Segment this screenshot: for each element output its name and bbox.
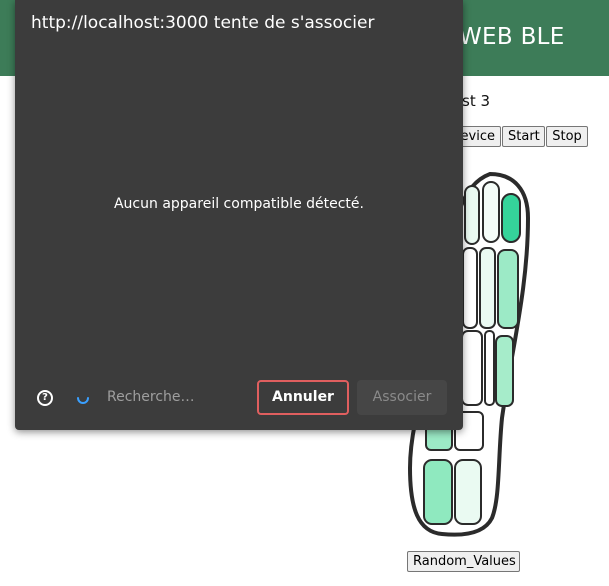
random-values-button[interactable]: Random_Values — [407, 551, 520, 572]
sensor-toe-2 — [482, 181, 500, 243]
dialog-title: http://localhost:3000 tente de s'associe… — [31, 13, 375, 33]
cancel-button[interactable]: Annuler — [257, 380, 349, 415]
sensor-heel-3 — [423, 459, 453, 525]
sensor-fore-3 — [497, 249, 519, 329]
spinner-icon — [77, 397, 89, 404]
start-button[interactable]: Start — [502, 126, 545, 147]
sensor-toe-1 — [464, 185, 480, 245]
searching-status: Recherche… — [107, 389, 195, 405]
sensor-mid-1 — [461, 330, 483, 406]
associate-button[interactable]: Associer — [357, 380, 447, 415]
sensor-fore-2 — [479, 247, 496, 329]
stop-button[interactable]: Stop — [546, 126, 588, 147]
bluetooth-pairing-dialog: http://localhost:3000 tente de s'associe… — [15, 0, 463, 430]
no-device-message: Aucun appareil compatible détecté. — [113, 196, 364, 212]
sensor-toe-3 — [501, 193, 521, 243]
sensor-mid-3 — [495, 335, 514, 407]
help-icon[interactable]: ? — [37, 390, 53, 406]
page-subtitle: st 3 — [462, 92, 491, 110]
sensor-heel-4 — [454, 459, 482, 525]
sensor-mid-2 — [484, 330, 495, 406]
sensor-fore-1 — [462, 247, 478, 329]
page-title: WEB BLE — [459, 24, 565, 50]
